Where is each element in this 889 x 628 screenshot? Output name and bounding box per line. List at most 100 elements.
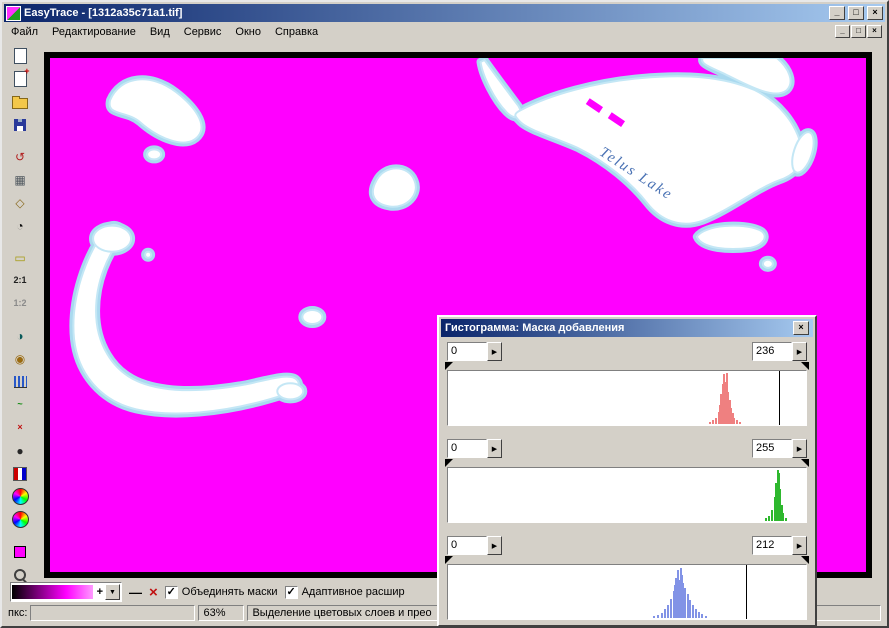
histogram-icon[interactable]	[8, 371, 32, 392]
transform-tool-icon[interactable]: ◇	[8, 192, 32, 213]
dialog-title: Гистограмма: Маска добавления	[445, 322, 624, 334]
low-threshold-red-value[interactable]: 0	[447, 342, 487, 361]
open-file-icon[interactable]	[8, 91, 32, 112]
crop-tool-icon[interactable]: ▦	[8, 169, 32, 190]
low-threshold-red-spin-button[interactable]: ▶	[487, 342, 502, 361]
mask-color-combo[interactable]: + ▼	[10, 582, 122, 602]
low-slider-thumb[interactable]	[445, 459, 453, 467]
histogram-bar	[782, 513, 784, 521]
high-threshold-red-value[interactable]: 236	[752, 342, 792, 361]
magenta-color-icon[interactable]	[8, 541, 32, 562]
dialog-close-button[interactable]: ×	[793, 321, 809, 335]
zoom-2-1-icon[interactable]: 2:1	[8, 270, 32, 291]
minimize-button[interactable]: _	[829, 6, 845, 20]
zoom-panel: 63%	[198, 605, 244, 621]
high-threshold-blue-spin-button[interactable]: ▶	[792, 536, 807, 555]
low-threshold-blue-value[interactable]: 0	[447, 536, 487, 555]
high-slider-thumb[interactable]	[801, 459, 809, 467]
title-bar[interactable]: EasyTrace - [1312a35c71a1.tif] _ □ ×	[4, 4, 885, 22]
histogram-groups: 0▶236▶0▶255▶0▶212▶	[439, 342, 815, 620]
zoom-1-2-icon[interactable]: 1:2	[8, 293, 32, 314]
delete-mask-button[interactable]: ×	[149, 585, 158, 600]
low-threshold-green: 0▶	[447, 439, 502, 458]
histogram-plot-blue	[447, 564, 807, 620]
maximize-button[interactable]: □	[848, 6, 864, 20]
histogram-bar	[739, 422, 741, 424]
high-slider-thumb[interactable]	[801, 556, 809, 564]
dialog-title-bar[interactable]: Гистограмма: Маска добавления ×	[441, 319, 813, 337]
adaptive-expand-option[interactable]: ✓ Адаптивное расшир	[285, 586, 405, 599]
mdi-close-button[interactable]: ×	[867, 25, 882, 38]
droplet-icon[interactable]: ●	[8, 440, 32, 461]
fill-tool-icon[interactable]: ◉	[8, 348, 32, 369]
histogram-bar	[695, 609, 697, 618]
menu-edit[interactable]: Редактирование	[45, 24, 143, 40]
histogram-bar	[771, 510, 773, 521]
left-toolbar: ↺▦◇◔ ▭2:11:2 ◑◉ ~×●	[4, 42, 36, 576]
pie-tool-icon[interactable]: ◔	[8, 215, 32, 236]
rgb-bars-icon[interactable]	[8, 463, 32, 484]
save-icon[interactable]	[8, 114, 32, 135]
histogram-bar	[715, 418, 717, 424]
plus-label: +	[95, 586, 105, 598]
low-threshold-green-spin-button[interactable]: ▶	[487, 439, 502, 458]
dropdown-arrow-icon[interactable]: ▼	[105, 584, 120, 600]
close-button[interactable]: ×	[867, 6, 883, 20]
menu-window[interactable]: Окно	[228, 24, 268, 40]
merge-masks-checkbox[interactable]: ✓	[165, 586, 178, 599]
threshold-line[interactable]	[779, 371, 780, 425]
histogram-bar	[712, 420, 714, 424]
mdi-controls: _ □ ×	[835, 25, 885, 38]
remove-mask-button[interactable]: —	[129, 585, 142, 600]
high-slider-thumb[interactable]	[801, 362, 809, 370]
histogram-bar	[661, 613, 663, 618]
high-threshold-green-spin-button[interactable]: ▶	[792, 439, 807, 458]
low-threshold-blue: 0▶	[447, 536, 502, 555]
color-wheel-icon[interactable]	[8, 486, 32, 507]
add-document-icon[interactable]	[8, 68, 32, 89]
curve-icon[interactable]: ~	[8, 394, 32, 415]
low-threshold-red: 0▶	[447, 342, 502, 361]
new-document-icon[interactable]	[8, 45, 32, 66]
selection-tool-icon[interactable]: ▭	[8, 247, 32, 268]
high-threshold-green-value[interactable]: 255	[752, 439, 792, 458]
color-pick-icon[interactable]	[8, 509, 32, 530]
coords-panel	[30, 605, 195, 621]
high-threshold-red-spin-button[interactable]: ▶	[792, 342, 807, 361]
threshold-line[interactable]	[746, 565, 747, 619]
histogram-bar	[736, 420, 738, 424]
merge-masks-option[interactable]: ✓ Объединять маски	[165, 586, 278, 599]
histogram-bar	[684, 588, 686, 618]
mdi-restore-button[interactable]: □	[851, 25, 866, 38]
high-threshold-green: 255▶	[752, 439, 807, 458]
histogram-bar	[667, 605, 669, 618]
undo-icon[interactable]: ↺	[8, 146, 32, 167]
histogram-bar	[653, 616, 655, 618]
low-threshold-green-value[interactable]: 0	[447, 439, 487, 458]
low-slider-thumb[interactable]	[445, 556, 453, 564]
easytrace-window: EasyTrace - [1312a35c71a1.tif] _ □ × Фай…	[0, 0, 889, 628]
histogram-bar	[689, 600, 691, 618]
delete-color-icon[interactable]: ×	[8, 417, 32, 438]
histogram-bar	[657, 615, 659, 618]
menu-service[interactable]: Сервис	[177, 24, 229, 40]
mdi-minimize-button[interactable]: _	[835, 25, 850, 38]
adaptive-expand-label: Адаптивное расшир	[302, 586, 405, 598]
low-threshold-blue-spin-button[interactable]: ▶	[487, 536, 502, 555]
adaptive-expand-checkbox[interactable]: ✓	[285, 586, 298, 599]
histogram-bar	[698, 612, 700, 618]
histogram-bar	[670, 599, 672, 618]
histogram-bar	[765, 518, 767, 521]
merge-masks-label: Объединять маски	[182, 586, 278, 598]
histogram-green: 0▶255▶	[447, 439, 807, 523]
menu-items: ФайлРедактированиеВидСервисОкноСправка	[4, 24, 325, 40]
histogram-dialog: Гистограмма: Маска добавления × 0▶236▶0▶…	[437, 315, 817, 627]
histogram-red: 0▶236▶	[447, 342, 807, 426]
high-threshold-blue-value[interactable]: 212	[752, 536, 792, 555]
menu-help[interactable]: Справка	[268, 24, 325, 40]
low-slider-thumb[interactable]	[445, 362, 453, 370]
contrast-icon[interactable]: ◑	[8, 325, 32, 346]
histogram-bar	[701, 614, 703, 618]
menu-file[interactable]: Файл	[4, 24, 45, 40]
menu-view[interactable]: Вид	[143, 24, 177, 40]
